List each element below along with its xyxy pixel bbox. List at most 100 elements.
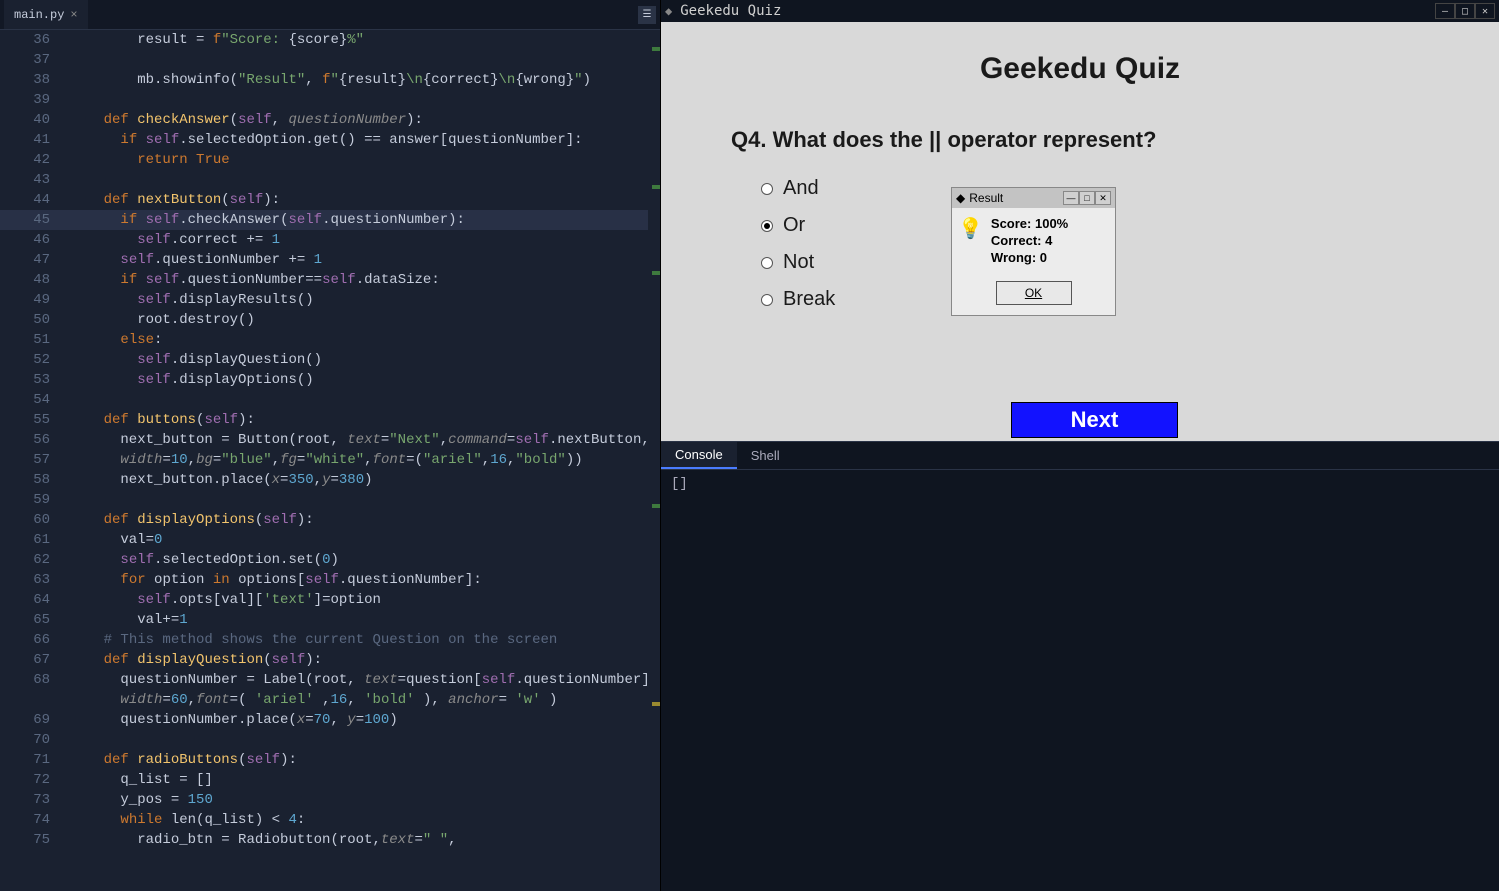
code-content[interactable]: radio_btn = Radiobutton(root,text=" ",	[70, 830, 660, 850]
console-tab-shell[interactable]: Shell	[737, 442, 794, 469]
code-line[interactable]: 50 root.destroy()	[0, 310, 660, 330]
code-content[interactable]: width=10,bg="blue",fg="white",font=("ari…	[70, 450, 660, 470]
code-line[interactable]: 55 def buttons(self):	[0, 410, 660, 430]
code-content[interactable]: next_button = Button(root, text="Next",c…	[70, 430, 660, 450]
code-content[interactable]: def displayOptions(self):	[70, 510, 660, 530]
code-content[interactable]: self.correct += 1	[70, 230, 660, 250]
code-content[interactable]: self.displayOptions()	[70, 370, 660, 390]
radio-option-not[interactable]: Not	[761, 251, 835, 274]
code-content[interactable]: questionNumber = Label(root, text=questi…	[70, 670, 660, 710]
radio-icon[interactable]	[761, 257, 773, 269]
code-content[interactable]: questionNumber.place(x=70, y=100)	[70, 710, 660, 730]
code-content[interactable]: if self.selectedOption.get() == answer[q…	[70, 130, 660, 150]
code-line[interactable]: 47 self.questionNumber += 1	[0, 250, 660, 270]
radio-option-break[interactable]: Break	[761, 288, 835, 311]
code-line[interactable]: 74 while len(q_list) < 4:	[0, 810, 660, 830]
code-line[interactable]: 58 next_button.place(x=350,y=380)	[0, 470, 660, 490]
code-content[interactable]	[70, 50, 660, 70]
code-line[interactable]: 43	[0, 170, 660, 190]
code-content[interactable]	[70, 490, 660, 510]
minimize-icon[interactable]: —	[1435, 3, 1455, 19]
code-line[interactable]: 49 self.displayResults()	[0, 290, 660, 310]
code-line[interactable]: 72 q_list = []	[0, 770, 660, 790]
code-content[interactable]: def nextButton(self):	[70, 190, 660, 210]
dialog-minimize-icon[interactable]: —	[1063, 191, 1079, 205]
code-content[interactable]: def displayQuestion(self):	[70, 650, 660, 670]
code-line[interactable]: 75 radio_btn = Radiobutton(root,text=" "…	[0, 830, 660, 850]
code-content[interactable]: def buttons(self):	[70, 410, 660, 430]
code-line[interactable]: 44 def nextButton(self):	[0, 190, 660, 210]
code-line[interactable]: 65 val+=1	[0, 610, 660, 630]
code-line[interactable]: 40 def checkAnswer(self, questionNumber)…	[0, 110, 660, 130]
code-area[interactable]: 36 result = f"Score: {score}%"3738 mb.sh…	[0, 30, 660, 891]
code-content[interactable]: self.displayResults()	[70, 290, 660, 310]
code-line[interactable]: 73 y_pos = 150	[0, 790, 660, 810]
code-line[interactable]: 64 self.opts[val]['text']=option	[0, 590, 660, 610]
code-line[interactable]: 53 self.displayOptions()	[0, 370, 660, 390]
code-content[interactable]: y_pos = 150	[70, 790, 660, 810]
next-button[interactable]: Next	[1011, 402, 1178, 438]
code-content[interactable]: self.displayQuestion()	[70, 350, 660, 370]
ok-button[interactable]: OK	[996, 281, 1072, 305]
code-line[interactable]: 62 self.selectedOption.set(0)	[0, 550, 660, 570]
code-line[interactable]: 51 else:	[0, 330, 660, 350]
code-line[interactable]: 60 def displayOptions(self):	[0, 510, 660, 530]
code-content[interactable]: root.destroy()	[70, 310, 660, 330]
code-content[interactable]: result = f"Score: {score}%"	[70, 30, 660, 50]
code-line[interactable]: 61 val=0	[0, 530, 660, 550]
code-content[interactable]: for option in options[self.questionNumbe…	[70, 570, 660, 590]
code-line[interactable]: 46 self.correct += 1	[0, 230, 660, 250]
code-content[interactable]: while len(q_list) < 4:	[70, 810, 660, 830]
code-content[interactable]: q_list = []	[70, 770, 660, 790]
code-content[interactable]: val=0	[70, 530, 660, 550]
code-line[interactable]: 41 if self.selectedOption.get() == answe…	[0, 130, 660, 150]
code-content[interactable]: # This method shows the current Question…	[70, 630, 660, 650]
code-content[interactable]	[70, 390, 660, 410]
code-content[interactable]: if self.checkAnswer(self.questionNumber)…	[70, 210, 660, 230]
code-line[interactable]: 71 def radioButtons(self):	[0, 750, 660, 770]
code-line[interactable]: 66 # This method shows the current Quest…	[0, 630, 660, 650]
code-line[interactable]: 57 width=10,bg="blue",fg="white",font=("…	[0, 450, 660, 470]
code-line[interactable]: 38 mb.showinfo("Result", f"{result}\n{co…	[0, 70, 660, 90]
code-content[interactable]: val+=1	[70, 610, 660, 630]
console-tab-console[interactable]: Console	[661, 442, 737, 469]
code-content[interactable]: mb.showinfo("Result", f"{result}\n{corre…	[70, 70, 660, 90]
code-line[interactable]: 52 self.displayQuestion()	[0, 350, 660, 370]
code-content[interactable]: self.opts[val]['text']=option	[70, 590, 660, 610]
code-line[interactable]: 67 def displayQuestion(self):	[0, 650, 660, 670]
code-line[interactable]: 54	[0, 390, 660, 410]
radio-icon[interactable]	[761, 294, 773, 306]
console-output[interactable]: []	[661, 470, 1499, 891]
code-content[interactable]: def checkAnswer(self, questionNumber):	[70, 110, 660, 130]
close-icon[interactable]: ×	[70, 8, 77, 22]
code-line[interactable]: 36 result = f"Score: {score}%"	[0, 30, 660, 50]
code-content[interactable]	[70, 90, 660, 110]
code-content[interactable]: else:	[70, 330, 660, 350]
code-line[interactable]: 45 if self.checkAnswer(self.questionNumb…	[0, 210, 660, 230]
code-line[interactable]: 69 questionNumber.place(x=70, y=100)	[0, 710, 660, 730]
result-titlebar[interactable]: ◆ Result — □ ✕	[952, 188, 1115, 208]
dialog-maximize-icon[interactable]: □	[1079, 191, 1095, 205]
radio-icon[interactable]	[761, 220, 773, 232]
tk-titlebar[interactable]: ◆ Geekedu Quiz — □ ✕	[661, 0, 1499, 22]
dialog-close-icon[interactable]: ✕	[1095, 191, 1111, 205]
code-line[interactable]: 37	[0, 50, 660, 70]
code-content[interactable]: def radioButtons(self):	[70, 750, 660, 770]
code-line[interactable]: 39	[0, 90, 660, 110]
tab-options-icon[interactable]: ☰	[638, 6, 656, 24]
code-content[interactable]	[70, 170, 660, 190]
code-line[interactable]: 70	[0, 730, 660, 750]
close-window-icon[interactable]: ✕	[1475, 3, 1495, 19]
code-content[interactable]: if self.questionNumber==self.dataSize:	[70, 270, 660, 290]
code-content[interactable]: next_button.place(x=350,y=380)	[70, 470, 660, 490]
radio-icon[interactable]	[761, 183, 773, 195]
code-line[interactable]: 48 if self.questionNumber==self.dataSize…	[0, 270, 660, 290]
code-line[interactable]: 68 questionNumber = Label(root, text=que…	[0, 670, 660, 710]
file-tab-main-py[interactable]: main.py ×	[4, 0, 88, 29]
radio-option-and[interactable]: And	[761, 177, 835, 200]
code-line[interactable]: 59	[0, 490, 660, 510]
code-content[interactable]: return True	[70, 150, 660, 170]
code-content[interactable]: self.questionNumber += 1	[70, 250, 660, 270]
radio-option-or[interactable]: Or	[761, 214, 835, 237]
code-content[interactable]: self.selectedOption.set(0)	[70, 550, 660, 570]
